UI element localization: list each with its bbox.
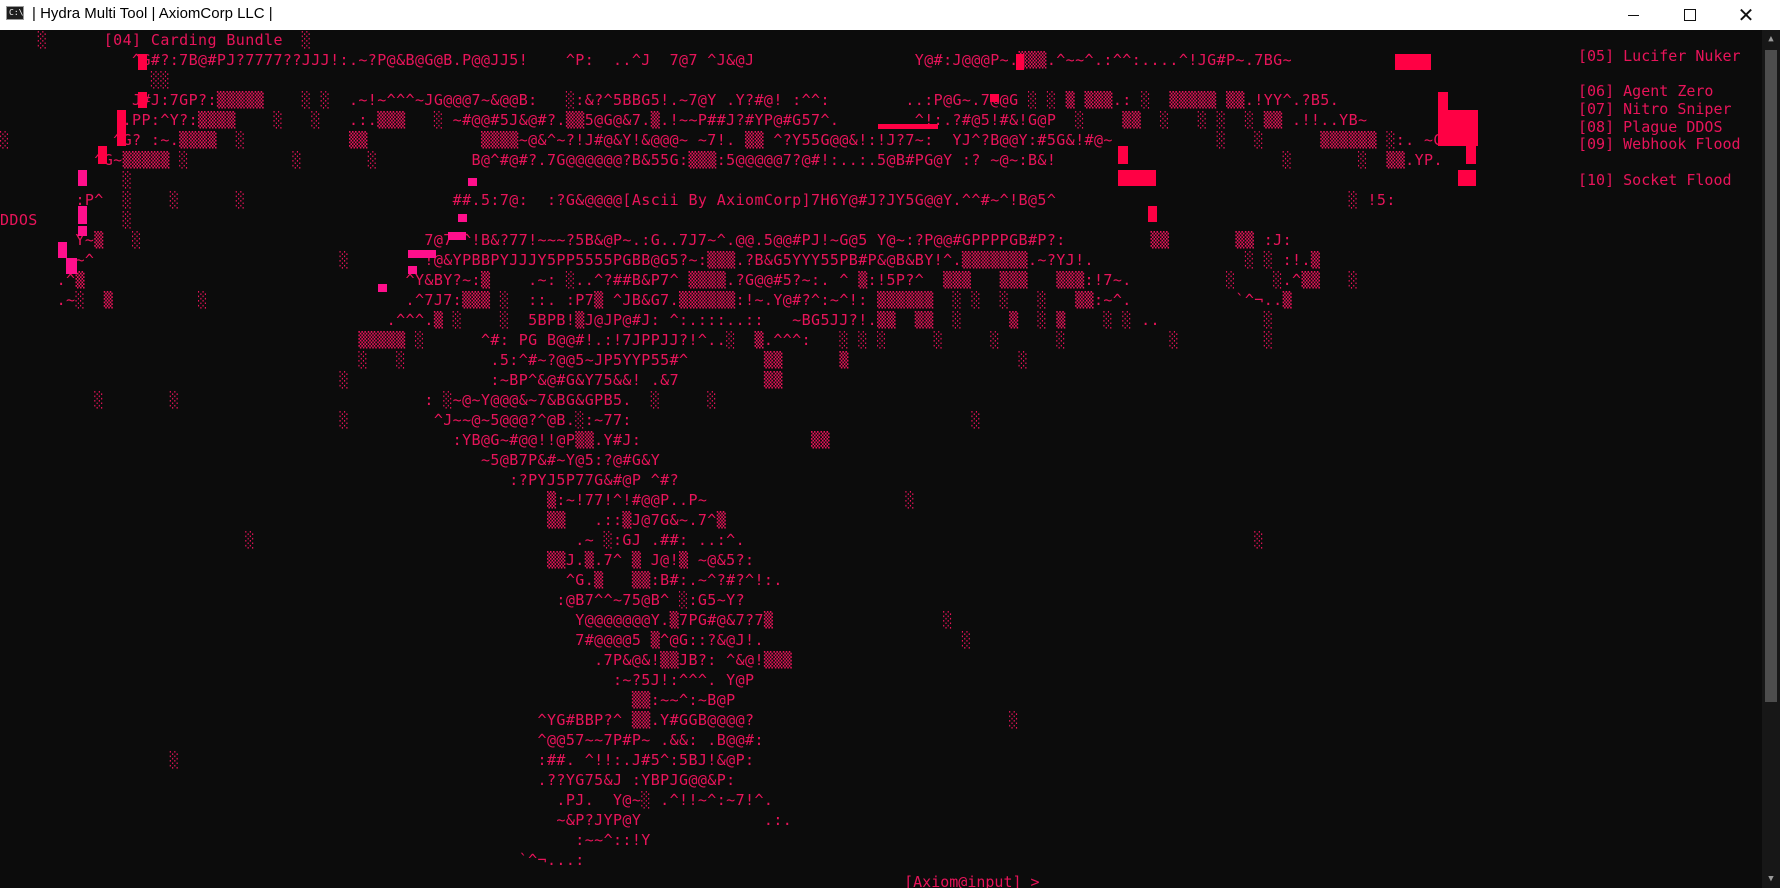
console-app-icon: C:\ bbox=[6, 6, 24, 20]
glitch-block bbox=[58, 242, 67, 258]
glitch-block bbox=[1438, 110, 1478, 146]
prompt-label: [Axiom@input] > bbox=[904, 873, 1040, 888]
maximize-icon bbox=[1684, 9, 1696, 21]
glitch-block bbox=[1395, 54, 1431, 70]
glitch-block bbox=[448, 232, 466, 240]
ascii-art: ░ [04] Carding Bundle ░ ^G#?:7B@#PJ?7777… bbox=[0, 30, 1762, 888]
minimize-button[interactable] bbox=[1610, 0, 1656, 30]
glitch-block bbox=[138, 92, 147, 108]
glitch-block bbox=[78, 226, 87, 236]
menu-item-nitro-sniper: [07] Nitro Sniper bbox=[1578, 100, 1732, 118]
glitch-block bbox=[1118, 170, 1156, 186]
window-title: | Hydra Multi Tool | AxiomCorp LLC | bbox=[32, 5, 273, 22]
glitch-block bbox=[98, 146, 107, 164]
console-output: ░ [04] Carding Bundle ░ ^G#?:7B@#PJ?7777… bbox=[0, 30, 1762, 888]
close-icon: ✕ bbox=[1737, 3, 1755, 27]
glitch-block bbox=[1438, 92, 1448, 110]
glitch-block bbox=[1148, 206, 1157, 222]
menu-item-socket-flood: [10] Socket Flood bbox=[1578, 171, 1732, 189]
command-prompt[interactable]: [Axiom@input] > bbox=[868, 852, 1051, 888]
glitch-block bbox=[408, 266, 417, 274]
glitch-block bbox=[1458, 170, 1476, 186]
glitch-block bbox=[458, 214, 467, 222]
menu-item-webhook-flood: [09] Webhook Flood bbox=[1578, 135, 1741, 153]
glitch-block bbox=[66, 258, 77, 274]
glitch-block bbox=[408, 250, 436, 258]
close-button[interactable]: ✕ bbox=[1723, 0, 1769, 30]
glitch-block bbox=[78, 206, 87, 224]
scroll-down-icon[interactable]: ▼ bbox=[1762, 870, 1780, 888]
title-bar: C:\ | Hydra Multi Tool | AxiomCorp LLC |… bbox=[0, 0, 1780, 30]
maximize-button[interactable] bbox=[1667, 0, 1713, 30]
glitch-block bbox=[78, 170, 87, 186]
glitch-block bbox=[1016, 54, 1024, 70]
glitch-block bbox=[1118, 146, 1128, 164]
glitch-block bbox=[378, 284, 387, 292]
minimize-icon bbox=[1627, 14, 1639, 16]
glitch-block bbox=[990, 94, 999, 102]
glitch-block bbox=[468, 178, 477, 186]
menu-item-lucifer-nuker: [05] Lucifer Nuker bbox=[1578, 47, 1741, 65]
glitch-block bbox=[117, 110, 126, 146]
vertical-scrollbar[interactable]: ▲ ▼ bbox=[1762, 30, 1780, 888]
glitch-block bbox=[878, 124, 938, 129]
scroll-up-icon[interactable]: ▲ bbox=[1762, 30, 1780, 48]
glitch-block bbox=[138, 54, 147, 70]
glitch-block bbox=[1466, 146, 1476, 164]
scroll-thumb[interactable] bbox=[1765, 50, 1777, 702]
menu-item-agent-zero: [06] Agent Zero bbox=[1578, 82, 1714, 100]
